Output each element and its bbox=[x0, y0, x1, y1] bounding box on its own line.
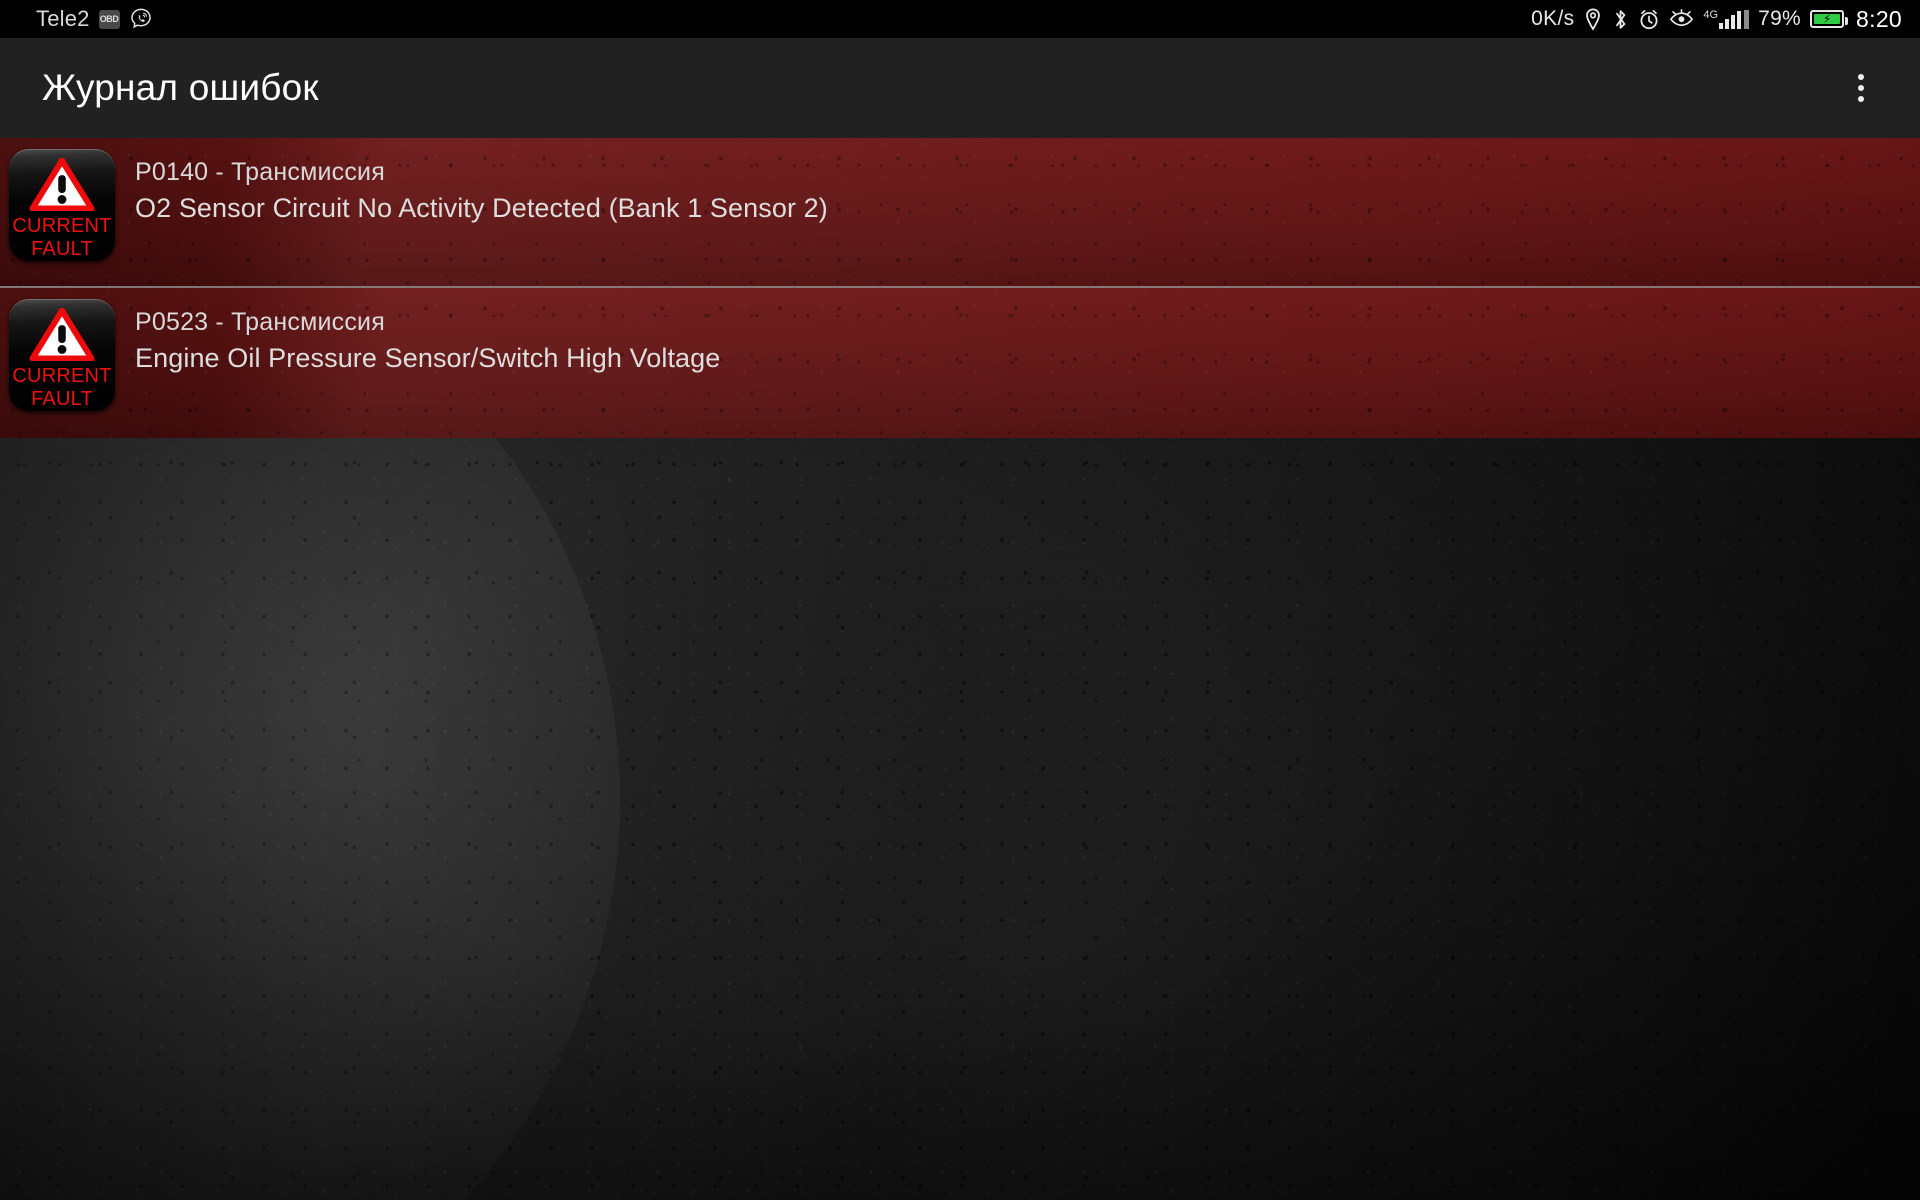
list-item[interactable]: CURRENT FAULT P0140 - Трансмиссия O2 Sen… bbox=[0, 138, 1920, 288]
overflow-dot bbox=[1858, 96, 1864, 102]
fault-code-line: P0140 - Трансмиссия bbox=[135, 158, 385, 186]
status-bar-right: 0K/s 4G 79% ⚡ 8:20 bbox=[1531, 6, 1902, 33]
fault-description: Engine Oil Pressure Sensor/Switch High V… bbox=[135, 343, 721, 373]
app-bar: Журнал ошибок bbox=[0, 38, 1920, 138]
battery-icon: ⚡ bbox=[1810, 10, 1849, 28]
screen-root: Tele2 OBD 0K/s 4G 79% ⚡ 8:20 Журнал ошиб… bbox=[0, 0, 1920, 1200]
sim-slot-indicator bbox=[1744, 9, 1750, 29]
list-item[interactable]: CURRENT FAULT P0523 - Трансмиссия Engine… bbox=[0, 288, 1920, 438]
viber-call-icon bbox=[129, 7, 153, 31]
eye-comfort-icon bbox=[1669, 8, 1694, 30]
charging-bolt-icon: ⚡ bbox=[1822, 12, 1832, 26]
status-bar: Tele2 OBD 0K/s 4G 79% ⚡ 8:20 bbox=[0, 0, 1920, 38]
overflow-dot bbox=[1858, 85, 1864, 91]
overflow-dot bbox=[1858, 74, 1864, 80]
mobile-signal-icon: 4G bbox=[1703, 8, 1750, 29]
overflow-menu-button[interactable] bbox=[1832, 59, 1890, 117]
current-fault-badge: CURRENT FAULT bbox=[9, 149, 115, 261]
obd-app-icon: OBD bbox=[98, 9, 120, 29]
location-pin-icon bbox=[1583, 7, 1603, 31]
alarm-clock-icon bbox=[1638, 8, 1660, 31]
clock-label: 8:20 bbox=[1856, 5, 1902, 32]
fault-text-block: P0523 - Трансмиссия Engine Oil Pressure … bbox=[135, 306, 720, 377]
fault-description: O2 Sensor Circuit No Activity Detected (… bbox=[135, 193, 828, 223]
badge-line-2: FAULT bbox=[31, 388, 93, 410]
battery-percent-label: 79% bbox=[1758, 7, 1802, 30]
page-title: Журнал ошибок bbox=[42, 67, 319, 108]
fault-code-line: P0523 - Трансмиссия bbox=[135, 308, 385, 336]
status-bar-left: Tele2 OBD bbox=[36, 6, 153, 32]
fault-text-block: P0140 - Трансмиссия O2 Sensor Circuit No… bbox=[135, 156, 828, 227]
badge-line-1: CURRENT bbox=[12, 215, 112, 237]
current-fault-badge: CURRENT FAULT bbox=[9, 299, 115, 411]
bluetooth-icon bbox=[1612, 8, 1629, 31]
signal-bars bbox=[1719, 10, 1742, 29]
carrier-label: Tele2 bbox=[36, 6, 90, 31]
badge-line-1: CURRENT bbox=[12, 365, 112, 387]
fault-list: CURRENT FAULT P0140 - Трансмиссия O2 Sen… bbox=[0, 138, 1920, 438]
badge-line-2: FAULT bbox=[31, 238, 93, 260]
network-type-label: 4G bbox=[1703, 8, 1719, 21]
warning-triangle-icon bbox=[29, 158, 95, 211]
warning-triangle-icon bbox=[29, 308, 95, 361]
network-speed-label: 0K/s bbox=[1531, 7, 1575, 30]
